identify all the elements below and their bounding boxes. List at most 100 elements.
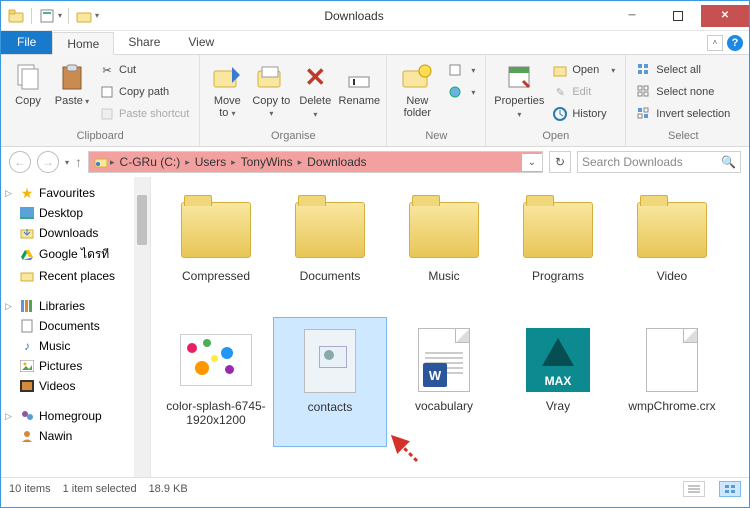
new-folder-icon bbox=[401, 61, 433, 93]
recent-icon bbox=[19, 268, 35, 284]
folder-icon bbox=[176, 195, 256, 265]
nav-forward-button[interactable]: → bbox=[37, 151, 59, 173]
refresh-button[interactable]: ↻ bbox=[549, 151, 571, 173]
nav-up-button[interactable]: ↑ bbox=[75, 154, 82, 170]
history-button[interactable]: History bbox=[548, 103, 619, 125]
tab-home[interactable]: Home bbox=[52, 32, 114, 55]
google-drive-icon bbox=[19, 247, 35, 263]
maximize-button[interactable] bbox=[655, 5, 701, 27]
sidebar-homegroup[interactable]: ▷Homegroup bbox=[1, 406, 150, 426]
cut-button[interactable]: ✂Cut bbox=[95, 59, 193, 81]
paste-icon bbox=[56, 61, 88, 93]
tab-file[interactable]: File bbox=[1, 31, 52, 54]
sidebar-favourites[interactable]: ▷★Favourites bbox=[1, 183, 150, 203]
new-item-button[interactable]: ▾ bbox=[443, 59, 479, 81]
nav-back-button[interactable]: ← bbox=[9, 151, 31, 173]
file-item[interactable]: Compressed bbox=[159, 187, 273, 317]
file-label: vocabulary bbox=[415, 399, 473, 413]
breadcrumb-folder-icon bbox=[93, 154, 109, 170]
file-label: Music bbox=[428, 269, 459, 283]
view-details-button[interactable] bbox=[683, 481, 705, 497]
select-all-icon bbox=[636, 62, 652, 78]
delete-button[interactable]: ✕ Delete bbox=[294, 59, 336, 130]
tab-view[interactable]: View bbox=[174, 31, 228, 54]
easy-access-button[interactable]: ▾ bbox=[443, 81, 479, 103]
rename-icon bbox=[343, 61, 375, 93]
max-icon: MAX bbox=[518, 325, 598, 395]
file-label: Video bbox=[657, 269, 687, 283]
paste-shortcut-button[interactable]: Paste shortcut bbox=[95, 103, 193, 125]
videos-icon bbox=[19, 378, 35, 394]
group-new-label: New bbox=[393, 130, 479, 144]
tab-share[interactable]: Share bbox=[114, 31, 174, 54]
sidebar-documents[interactable]: Documents bbox=[1, 316, 150, 336]
easy-access-icon bbox=[447, 84, 463, 100]
qat-properties-icon[interactable] bbox=[38, 7, 56, 25]
nav-history-dropdown[interactable]: ▾ bbox=[65, 158, 69, 167]
folder-icon bbox=[632, 195, 712, 265]
word-icon: W bbox=[404, 325, 484, 395]
edit-button[interactable]: ✎Edit bbox=[548, 81, 619, 103]
select-all-button[interactable]: Select all bbox=[632, 59, 734, 81]
qat-properties-dropdown[interactable]: ▾ bbox=[58, 11, 62, 20]
select-none-icon bbox=[636, 84, 652, 100]
file-list[interactable]: Compressed Documents Music Programs Video col… bbox=[151, 177, 749, 477]
sidebar-recent[interactable]: Recent places bbox=[1, 266, 150, 286]
file-label: Vray bbox=[546, 399, 570, 413]
qat-newfolder-icon[interactable] bbox=[75, 7, 93, 25]
new-folder-button[interactable]: New folder bbox=[393, 59, 441, 130]
breadcrumb[interactable]: ▸ C-GRu (C:)▸ Users▸ TonyWins▸ Downloads… bbox=[88, 151, 543, 173]
status-size: 18.9 KB bbox=[149, 483, 188, 495]
desktop-icon bbox=[19, 205, 35, 221]
breadcrumb-dropdown[interactable]: ⌄ bbox=[522, 154, 542, 171]
view-icons-button[interactable] bbox=[719, 481, 741, 497]
file-item[interactable]: contacts bbox=[273, 317, 387, 447]
invert-selection-button[interactable]: Invert selection bbox=[632, 103, 734, 125]
documents-icon bbox=[19, 318, 35, 334]
delete-icon: ✕ bbox=[299, 61, 331, 93]
file-item[interactable]: color-splash-6745-1920x1200 bbox=[159, 317, 273, 447]
window-title: Downloads bbox=[99, 9, 609, 23]
copy-path-button[interactable]: Copy path bbox=[95, 81, 193, 103]
file-label: Documents bbox=[300, 269, 361, 283]
file-item[interactable]: Wvocabulary bbox=[387, 317, 501, 447]
invert-selection-icon bbox=[636, 106, 652, 122]
pictures-icon bbox=[19, 358, 35, 374]
ribbon-collapse-button[interactable]: ˄ bbox=[707, 35, 723, 51]
file-label: Compressed bbox=[182, 269, 250, 283]
copy-to-icon bbox=[255, 61, 287, 93]
open-button[interactable]: Open▾ bbox=[548, 59, 619, 81]
sidebar-google[interactable]: Google ไดรที bbox=[1, 243, 150, 266]
search-input[interactable]: Search Downloads🔍 bbox=[577, 151, 741, 173]
rename-button[interactable]: Rename bbox=[338, 59, 380, 130]
file-item[interactable]: Programs bbox=[501, 187, 615, 317]
help-button[interactable]: ? bbox=[727, 35, 743, 51]
star-icon: ★ bbox=[19, 185, 35, 201]
copy-button[interactable]: Copy bbox=[7, 59, 49, 130]
sidebar-pictures[interactable]: Pictures bbox=[1, 356, 150, 376]
select-none-button[interactable]: Select none bbox=[632, 81, 734, 103]
file-item[interactable]: MAX Vray bbox=[501, 317, 615, 447]
sidebar-user[interactable]: Nawin bbox=[1, 426, 150, 446]
cut-icon: ✂ bbox=[99, 62, 115, 78]
sidebar-libraries[interactable]: ▷Libraries bbox=[1, 296, 150, 316]
copy-to-button[interactable]: Copy to ▾ bbox=[250, 59, 292, 130]
sidebar-downloads[interactable]: Downloads bbox=[1, 223, 150, 243]
move-to-button[interactable]: Move to ▾ bbox=[206, 59, 248, 130]
sidebar-music[interactable]: ♪Music bbox=[1, 336, 150, 356]
paste-button[interactable]: Paste bbox=[51, 59, 93, 130]
minimize-button[interactable] bbox=[609, 5, 655, 27]
file-item[interactable]: Music bbox=[387, 187, 501, 317]
edit-icon: ✎ bbox=[552, 84, 568, 100]
file-item[interactable]: wmpChrome.crx bbox=[615, 317, 729, 447]
file-item[interactable]: Video bbox=[615, 187, 729, 317]
file-icon bbox=[632, 325, 712, 395]
sidebar-scrollbar[interactable] bbox=[134, 177, 150, 477]
sidebar-videos[interactable]: Videos bbox=[1, 376, 150, 396]
close-button[interactable] bbox=[701, 5, 749, 27]
file-item[interactable]: Documents bbox=[273, 187, 387, 317]
open-icon bbox=[552, 62, 568, 78]
properties-icon bbox=[503, 61, 535, 93]
properties-button[interactable]: Properties bbox=[492, 59, 546, 130]
sidebar-desktop[interactable]: Desktop bbox=[1, 203, 150, 223]
